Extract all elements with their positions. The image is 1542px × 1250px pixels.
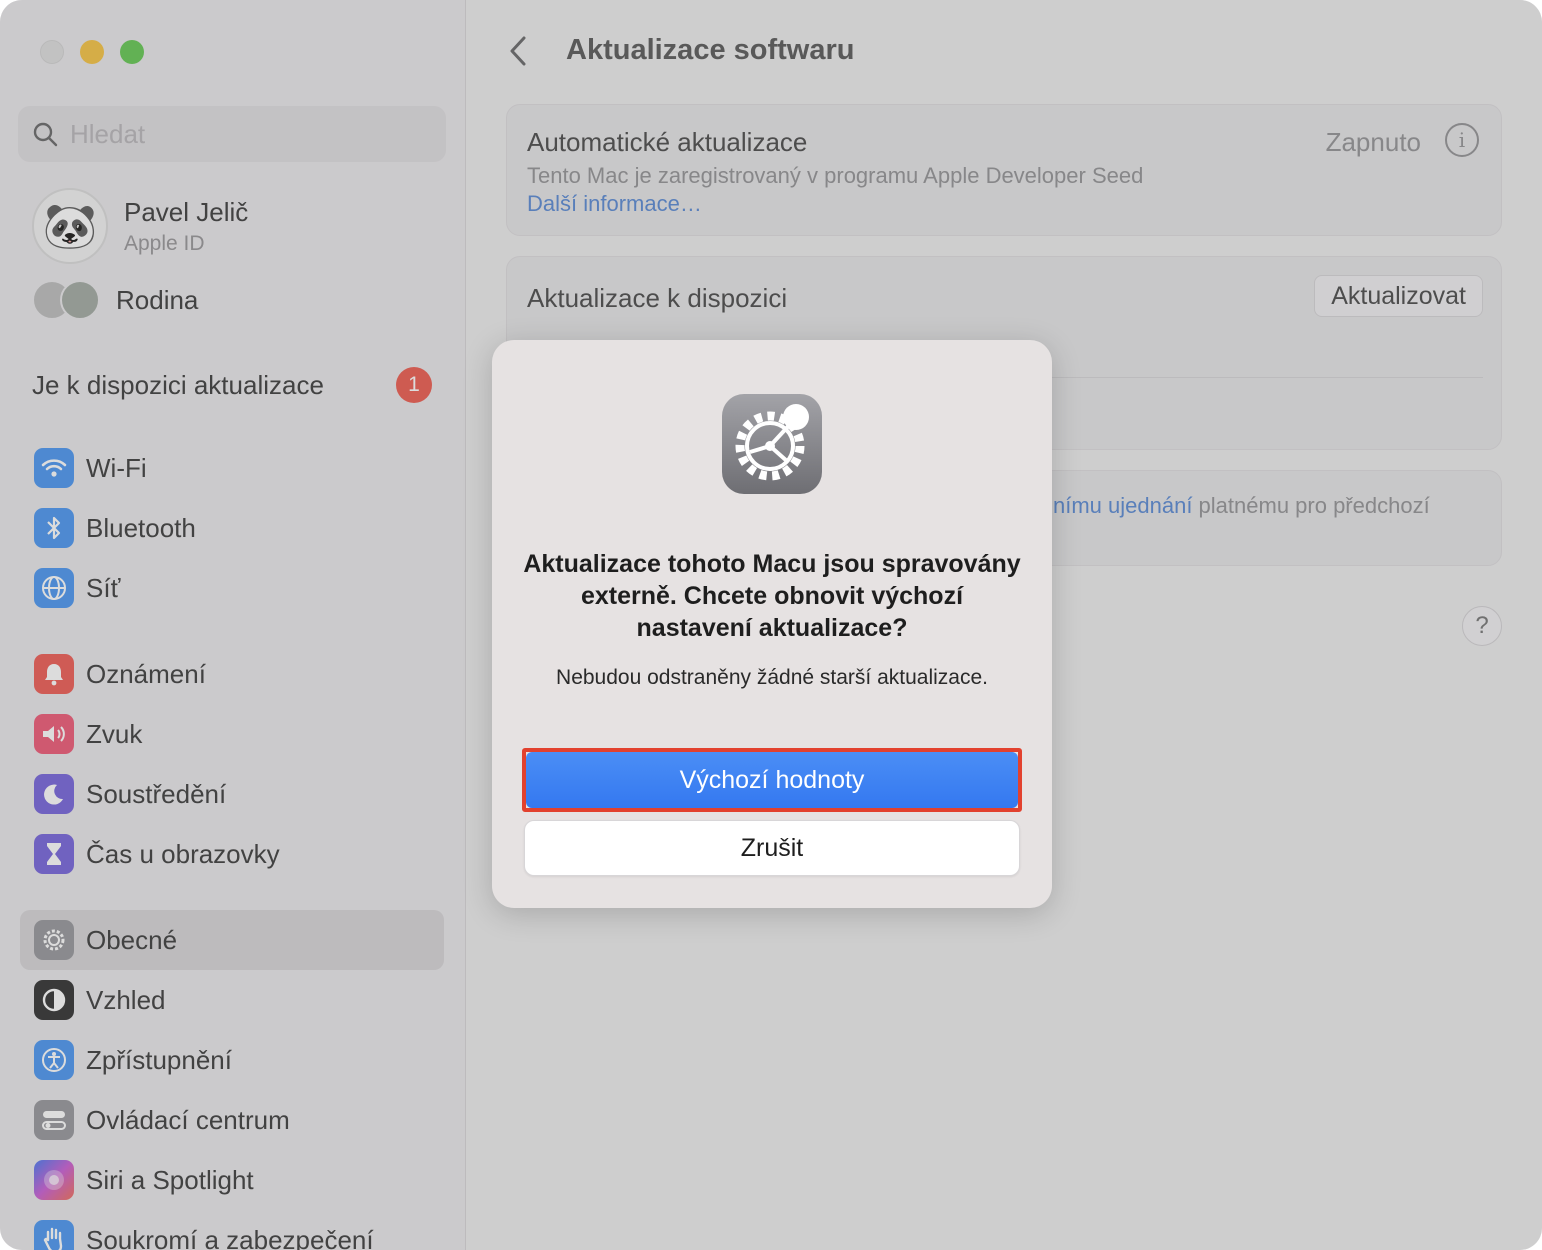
cancel-button[interactable]: Zrušit xyxy=(524,820,1020,876)
system-settings-window: 🐼 Pavel Jelič Apple ID Rodina Je k dispo… xyxy=(0,0,1542,1250)
dialog-message: Nebudou odstraněny žádné starší aktualiz… xyxy=(556,666,988,689)
dialog-title: Aktualizace tohoto Macu jsou spravovány … xyxy=(523,550,1021,642)
system-settings-app-icon xyxy=(722,394,822,494)
reset-updates-dialog: Aktualizace tohoto Macu jsou spravovány … xyxy=(492,340,1052,908)
highlight-box xyxy=(522,748,1022,812)
